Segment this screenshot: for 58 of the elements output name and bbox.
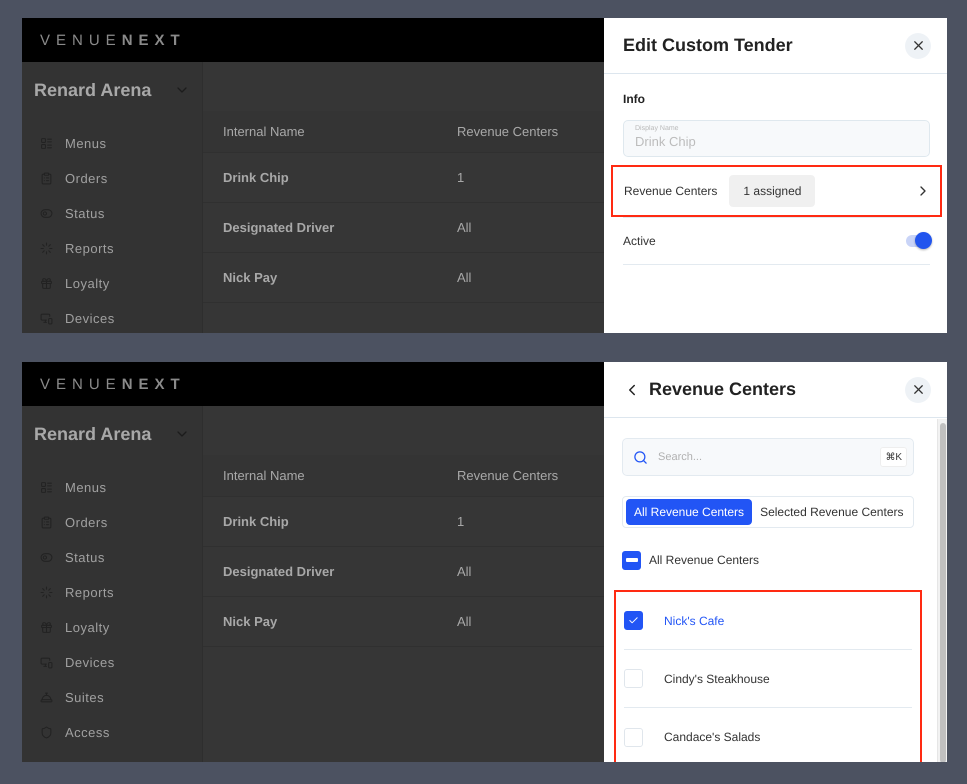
- check-icon: [628, 615, 639, 626]
- active-toggle[interactable]: [906, 235, 930, 247]
- checkbox[interactable]: [624, 611, 643, 630]
- table-cell-text: All: [457, 220, 472, 235]
- nav-item[interactable]: Status: [34, 540, 190, 575]
- drawer-title: Revenue Centers: [649, 379, 796, 400]
- table-cell-text: 1: [457, 514, 466, 529]
- nav-item[interactable]: Orders: [34, 161, 190, 196]
- logo: VENUE NEXT: [40, 376, 186, 392]
- toggle-label: Active: [623, 234, 656, 248]
- table-cell-text: Designated Driver: [223, 220, 336, 235]
- nav-item[interactable]: Access: [34, 715, 190, 750]
- venue-name: Renard Arena: [34, 424, 152, 444]
- table-cell-text: Nick Pay: [223, 270, 278, 285]
- shortcut-key: ⌘K: [880, 447, 907, 467]
- nav-item[interactable]: Status: [34, 196, 190, 231]
- venue-name: Renard Arena: [34, 80, 152, 100]
- nav-item[interactable]: Devices: [34, 301, 190, 333]
- revenue-center-label: Candace's Salads: [664, 730, 760, 744]
- column-header: Internal Name: [223, 468, 306, 483]
- table-cell-text: Nick Pay: [223, 614, 278, 629]
- section-heading: Info: [623, 92, 646, 106]
- close-button[interactable]: [905, 32, 931, 58]
- table-cell-text: Drink Chip: [223, 170, 290, 185]
- assigned-badge: 1 assigned: [729, 175, 816, 207]
- select-all-checkbox[interactable]: [622, 550, 641, 570]
- search-icon: [633, 450, 648, 464]
- nav-item[interactable]: Menus: [34, 470, 190, 505]
- filter-tab[interactable]: Selected Revenue Centers: [752, 499, 912, 525]
- revenue-center-label: Cindy's Steakhouse: [664, 672, 770, 686]
- nav-item[interactable]: Devices: [34, 645, 190, 680]
- nav-item[interactable]: Reports: [34, 575, 190, 610]
- drawer-title: Edit Custom Tender: [623, 35, 793, 56]
- nav-item[interactable]: Menus: [34, 126, 190, 161]
- table-cell-text: 1: [457, 170, 466, 185]
- nav-item[interactable]: Suites: [34, 680, 190, 715]
- nav-item[interactable]: Loyalty: [34, 266, 190, 301]
- search-field[interactable]: Search... ⌘K: [622, 438, 914, 476]
- table-cell-text: All: [457, 564, 472, 579]
- table-cell-text: Drink Chip: [223, 514, 290, 529]
- revenue-centers-row[interactable]: Revenue Centers 1 assigned: [611, 165, 942, 217]
- revenue-center-label: Nick's Cafe: [664, 614, 724, 628]
- nav-item[interactable]: Orders: [34, 505, 190, 540]
- close-button[interactable]: [905, 376, 931, 402]
- column-header: Internal Name: [223, 124, 306, 139]
- filter-tab[interactable]: All Revenue Centers: [626, 499, 752, 525]
- table-cell-text: Designated Driver: [223, 564, 336, 579]
- nav-item[interactable]: Loyalty: [34, 610, 190, 645]
- select-all-label: All Revenue Centers: [649, 553, 760, 567]
- nav-item[interactable]: Reports: [34, 231, 190, 266]
- logo: VENUE NEXT: [40, 32, 186, 48]
- column-header: Revenue Centers: [457, 468, 560, 483]
- search-input[interactable]: Search...: [656, 450, 872, 464]
- table-cell-text: All: [457, 270, 472, 285]
- scrollbar[interactable]: [937, 419, 947, 762]
- minus-icon: [626, 558, 638, 562]
- table-cell-text: All: [457, 614, 472, 629]
- column-header: Revenue Centers: [457, 124, 560, 139]
